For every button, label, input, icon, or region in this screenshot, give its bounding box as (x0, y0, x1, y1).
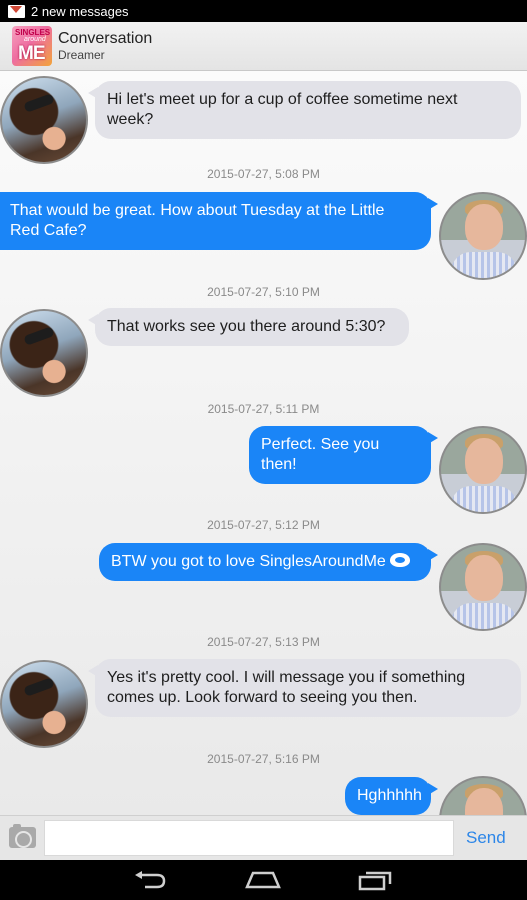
message-timestamp: 2015-07-27, 5:08 PM (207, 167, 320, 181)
contact-avatar[interactable] (0, 309, 88, 397)
message-timestamp: 2015-07-27, 5:11 PM (207, 402, 320, 416)
received-message[interactable]: Hi let's meet up for a cup of coffee som… (88, 81, 521, 139)
recent-apps-icon[interactable] (358, 869, 392, 891)
conversation-titles: Conversation Dreamer (58, 30, 152, 63)
my-avatar[interactable] (439, 192, 527, 280)
message-line: That would be great. How about Tuesday a… (10, 202, 385, 219)
contact-avatar[interactable] (0, 76, 88, 164)
compose-bar: Send (0, 815, 527, 860)
camera-icon[interactable] (9, 824, 36, 848)
avatar-shirt (451, 486, 517, 512)
avatar-face (465, 204, 503, 250)
message-timestamp: 2015-07-27, 5:13 PM (207, 635, 320, 649)
message-line: Red Cafe? (10, 222, 87, 239)
message-line: Hghhhhh (357, 787, 422, 804)
my-avatar[interactable] (439, 543, 527, 631)
page-title: Conversation (58, 29, 153, 47)
action-bar: SINGLES around ME Conversation Dreamer (0, 22, 527, 71)
my-avatar[interactable] (439, 426, 527, 514)
message-line: Hi let's meet up for a cup of coffee som… (107, 91, 458, 108)
status-bar: 2 new messages (0, 0, 527, 22)
avatar-face (465, 438, 503, 484)
message-line: comes up. Look forward to seeing you the… (107, 689, 418, 706)
emoji-icon (389, 553, 410, 567)
back-icon[interactable] (133, 871, 167, 889)
logo-line-2: around (24, 36, 46, 43)
received-message[interactable]: Yes it's pretty cool. I will message you… (88, 659, 521, 717)
received-message[interactable]: That works see you there around 5:30? (88, 308, 409, 346)
notification-text: 2 new messages (31, 3, 129, 19)
chat-thread[interactable]: Hi let's meet up for a cup of coffee som… (0, 71, 527, 815)
logo-line-3: ME (18, 43, 45, 64)
message-timestamp: 2015-07-27, 5:16 PM (207, 752, 320, 766)
sent-message[interactable]: That would be great. How about Tuesday a… (0, 192, 438, 250)
message-timestamp: 2015-07-27, 5:10 PM (207, 285, 320, 299)
sent-message[interactable]: Hghhhhh (345, 777, 438, 815)
message-line: Yes it's pretty cool. I will message you… (107, 669, 466, 686)
home-icon[interactable] (245, 871, 281, 889)
message-timestamp: 2015-07-27, 5:12 PM (207, 518, 320, 532)
my-avatar[interactable] (439, 776, 527, 815)
sent-message[interactable]: BTW you got to love SinglesAroundMe (99, 543, 438, 581)
message-line: Perfect. See you then! (261, 436, 380, 473)
message-line: BTW you got to love SinglesAroundMe (111, 553, 386, 570)
message-line: That works see you there around 5:30? (107, 318, 386, 335)
avatar-shirt (451, 252, 517, 278)
send-button[interactable]: Send (466, 828, 506, 848)
contact-name: Dreamer (58, 48, 105, 63)
avatar-face (465, 555, 503, 601)
message-line: week? (107, 111, 154, 128)
contact-avatar[interactable] (0, 660, 88, 748)
sent-message[interactable]: Perfect. See you then! (249, 426, 438, 484)
message-input[interactable] (44, 820, 454, 856)
avatar-shirt (451, 603, 517, 629)
navigation-bar (0, 860, 527, 900)
gmail-icon (8, 4, 25, 18)
app-logo[interactable]: SINGLES around ME (12, 26, 52, 66)
